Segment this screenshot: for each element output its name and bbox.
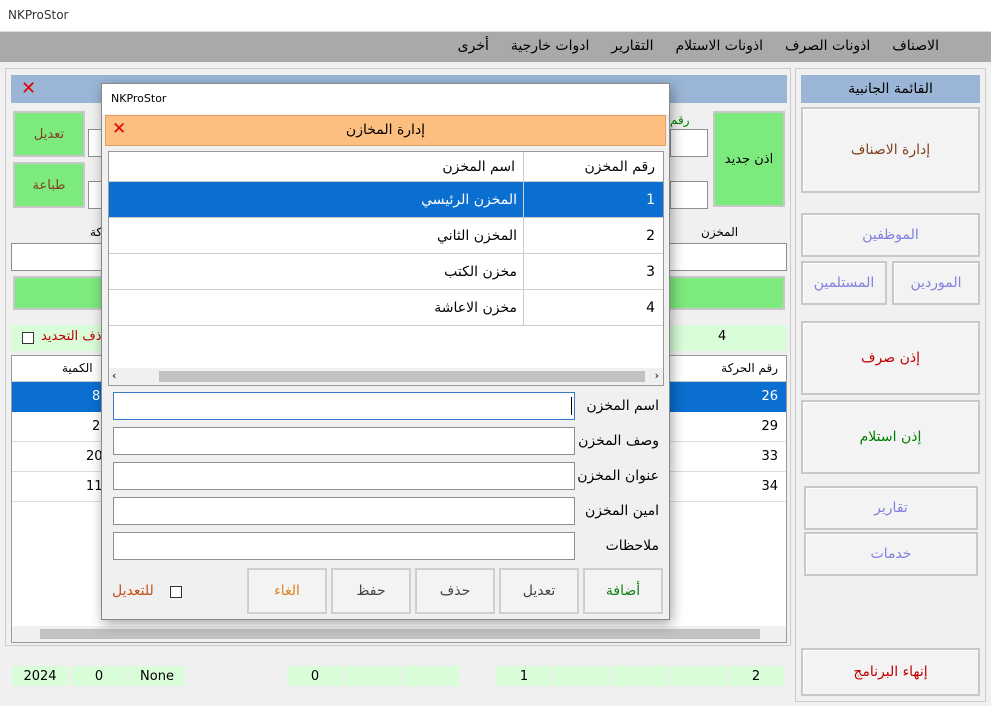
menu-issue-permits[interactable]: اذونات الصرف [785, 38, 870, 54]
status-zero-a: 0 [71, 666, 127, 686]
store-label: المخزن [701, 225, 739, 239]
grid-row[interactable]: 4 مخزن الاعاشة [109, 290, 663, 326]
id-column-header: رقم الحركة [721, 361, 778, 375]
for-edit-checkbox[interactable] [170, 586, 182, 598]
menu-external-tools[interactable]: ادوات خارجية [511, 38, 589, 54]
count-value: 4 [718, 329, 727, 344]
store-keeper-input[interactable] [113, 497, 575, 525]
store-number-cell: 4 [523, 290, 663, 325]
status-empty-2 [403, 666, 459, 686]
manage-items-button[interactable]: إدارة الاصناف [801, 107, 980, 193]
menu-receive-permits[interactable]: اذونات الاستلام [675, 38, 763, 54]
status-one: 1 [496, 666, 552, 686]
issue-permit-button[interactable]: إذن صرف [801, 321, 980, 395]
store-keeper-label: امين المخزن [584, 503, 659, 519]
dialog-titlebar: NKProStor [102, 84, 669, 114]
status-year: 2024 [12, 666, 68, 686]
scroll-left-icon[interactable]: ‹ [112, 369, 116, 382]
delete-selection-label: ذف التحديد [41, 329, 102, 344]
menu-items[interactable]: الاصناف [892, 38, 939, 54]
store-number-cell: 2 [523, 218, 663, 253]
edit-button[interactable]: تعديل [13, 111, 85, 157]
stores-grid: رقم المخزن اسم المخزن 1 المخزن الرئيسي 2… [108, 151, 664, 386]
status-zero-b: 0 [287, 666, 343, 686]
qty-column-header: الكمية [62, 361, 93, 375]
notes-input[interactable] [113, 532, 575, 560]
store-name-label: اسم المخزن [586, 398, 659, 414]
number-column-header: رقم المخزن [523, 152, 663, 181]
status-none: None [129, 666, 185, 686]
employees-button[interactable]: الموظفين [801, 213, 980, 257]
store-management-dialog: NKProStor ✕ إدارة المخازن رقم المخزن اسم… [101, 83, 670, 620]
qty-cell: 8 [92, 389, 101, 404]
save-button[interactable]: حفظ [331, 568, 411, 614]
id-cell: 33 [761, 449, 778, 464]
grid-row[interactable]: 1 المخزن الرئيسي [109, 182, 663, 218]
store-name-cell: مخزن الاعاشة [434, 299, 517, 316]
dialog-header-title: إدارة المخازن [345, 122, 426, 138]
store-address-label: عنوان المخزن [577, 468, 659, 484]
services-button[interactable]: خدمات [804, 532, 978, 576]
status-empty-1 [345, 666, 401, 686]
scroll-right-icon[interactable]: › [655, 369, 659, 382]
dialog-header: ✕ إدارة المخازن [105, 115, 666, 146]
number-field-left[interactable] [88, 129, 102, 157]
number-field-right[interactable] [670, 129, 708, 157]
reports-button[interactable]: تقارير [804, 486, 978, 530]
exit-button[interactable]: إنهاء البرنامج [801, 648, 980, 696]
sidebar-header: القائمة الجانبية [801, 75, 980, 103]
id-cell: 29 [761, 419, 778, 434]
menu-other[interactable]: أخرى [458, 38, 489, 54]
close-icon[interactable]: ✕ [21, 78, 36, 99]
status-empty-3 [554, 666, 610, 686]
grid-header: رقم المخزن اسم المخزن [109, 152, 663, 182]
status-two: 2 [728, 666, 784, 686]
text-cursor [571, 397, 572, 415]
store-name-cell: مخزن الكتب [444, 263, 517, 280]
new-permit-button[interactable]: اذن جديد [713, 111, 785, 207]
menu-bar: الاصناف اذونات الصرف اذونات الاستلام الت… [0, 32, 991, 62]
grid-row[interactable]: 2 المخزن الثاني [109, 218, 663, 254]
id-cell: 26 [761, 389, 778, 404]
store-number-cell: 3 [523, 254, 663, 289]
status-footer: 2024 0 None 0 1 2 [5, 650, 791, 702]
dialog-window-title: NKProStor [111, 92, 167, 105]
table-horizontal-scrollbar[interactable] [12, 626, 786, 642]
status-empty-5 [670, 666, 726, 686]
store-address-input[interactable] [113, 462, 575, 490]
scrollbar-thumb[interactable] [40, 629, 760, 639]
grid-row[interactable]: 3 مخزن الكتب [109, 254, 663, 290]
edit-button[interactable]: تعديل [499, 568, 579, 614]
cancel-button[interactable]: الغاء [247, 568, 327, 614]
add-button[interactable]: أضافة [583, 568, 663, 614]
for-edit-label: للتعديل [112, 583, 154, 599]
notes-label: ملاحظات [605, 538, 659, 554]
qty-cell: 2 [92, 419, 101, 434]
id-cell: 34 [761, 479, 778, 494]
suppliers-button[interactable]: الموردين [892, 261, 980, 305]
sidebar: القائمة الجانبية إدارة الاصناف الموظفين … [795, 68, 986, 702]
store-description-label: وصف المخزن [578, 433, 659, 449]
print-button[interactable]: طباعة [13, 162, 85, 208]
store-name-input[interactable] [113, 392, 575, 420]
grid-horizontal-scrollbar[interactable]: ‹ › [109, 368, 663, 385]
name-column-header: اسم المخزن [442, 158, 515, 175]
scrollbar-thumb[interactable] [159, 371, 645, 382]
store-name-cell: المخزن الرئيسي [421, 191, 517, 208]
store-description-input[interactable] [113, 427, 575, 455]
status-empty-4 [612, 666, 668, 686]
window-titlebar: NKProStor [0, 0, 991, 32]
window-title: NKProStor [8, 8, 69, 22]
receive-permit-button[interactable]: إذن استلام [801, 400, 980, 474]
field-right-2[interactable] [670, 181, 708, 209]
field-left-2[interactable] [88, 181, 102, 209]
delete-selection-checkbox[interactable] [22, 332, 34, 344]
delete-button[interactable]: حذف [415, 568, 495, 614]
menu-reports[interactable]: التقارير [611, 38, 653, 54]
store-name-cell: المخزن الثاني [437, 227, 517, 244]
number-label: رقم [670, 113, 690, 127]
store-number-cell: 1 [523, 182, 663, 217]
receivers-button[interactable]: المستلمين [801, 261, 887, 305]
